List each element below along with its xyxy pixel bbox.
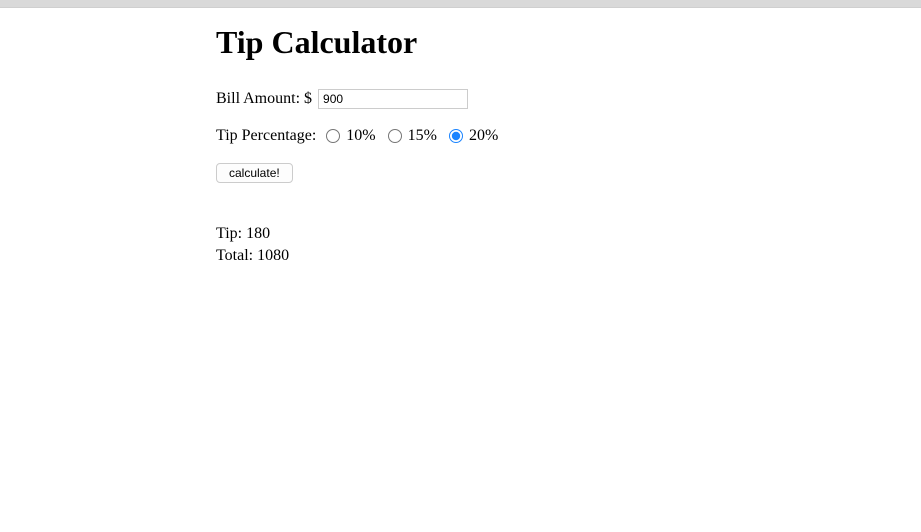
bill-amount-row: Bill Amount: $ [216, 89, 776, 109]
results-section: Tip: 180 Total: 1080 [216, 223, 776, 266]
tip-10-label: 10% [346, 127, 375, 145]
tip-result-line: Tip: 180 [216, 223, 776, 245]
bill-amount-input[interactable] [318, 89, 468, 109]
total-result-label: Total: [216, 247, 253, 264]
tip-15-label: 15% [408, 127, 437, 145]
tip-percentage-label: Tip Percentage: [216, 127, 316, 145]
main-container: Tip Calculator Bill Amount: $ Tip Percen… [216, 24, 776, 266]
page-title: Tip Calculator [216, 24, 776, 61]
tip-result-value: 180 [246, 225, 270, 242]
total-result-line: Total: 1080 [216, 245, 776, 267]
tip-result-label: Tip: [216, 225, 242, 242]
total-result-value: 1080 [257, 247, 289, 264]
bill-amount-label: Bill Amount: $ [216, 90, 312, 108]
tip-20-label: 20% [469, 127, 498, 145]
tip-percentage-row: Tip Percentage: 10% 15% 20% [216, 127, 776, 145]
window-top-bar [0, 0, 921, 8]
calculate-row: calculate! [216, 163, 776, 183]
tip-20-radio[interactable] [449, 129, 463, 143]
tip-10-radio[interactable] [326, 129, 340, 143]
calculate-button[interactable]: calculate! [216, 163, 293, 183]
tip-15-radio[interactable] [388, 129, 402, 143]
